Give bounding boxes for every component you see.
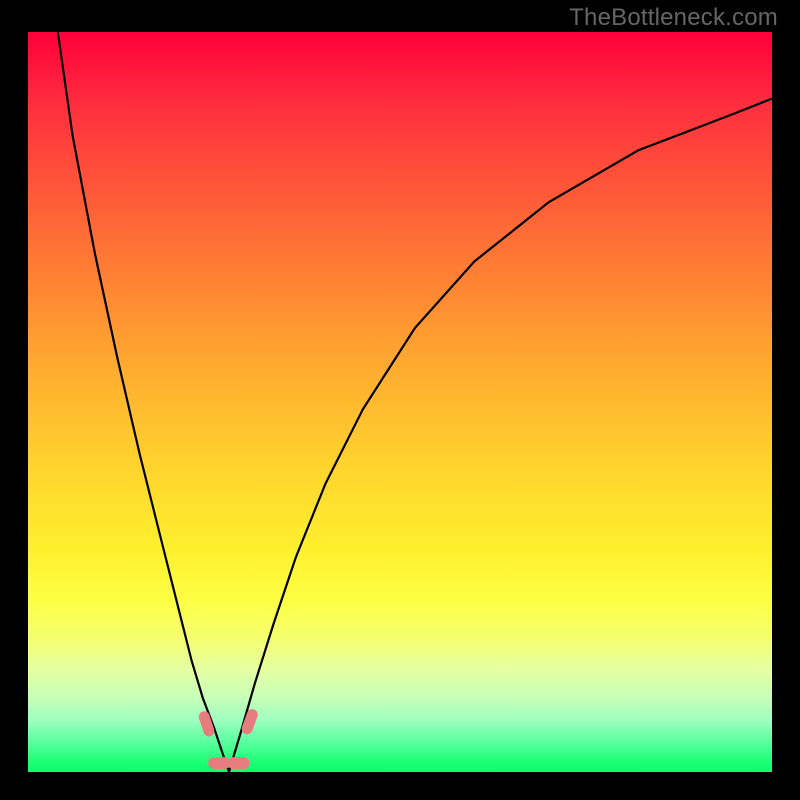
watermark-text: TheBottleneck.com [569, 4, 778, 32]
curve-right-branch [229, 99, 772, 772]
curve-markers [197, 708, 259, 770]
marker-bottom-pill-right [228, 757, 250, 769]
marker-bottom-pill-left [208, 757, 230, 769]
curve-left-branch [58, 32, 229, 772]
bottleneck-curves [28, 32, 772, 772]
plot-area [28, 32, 772, 772]
app-frame: TheBottleneck.com [0, 0, 800, 800]
